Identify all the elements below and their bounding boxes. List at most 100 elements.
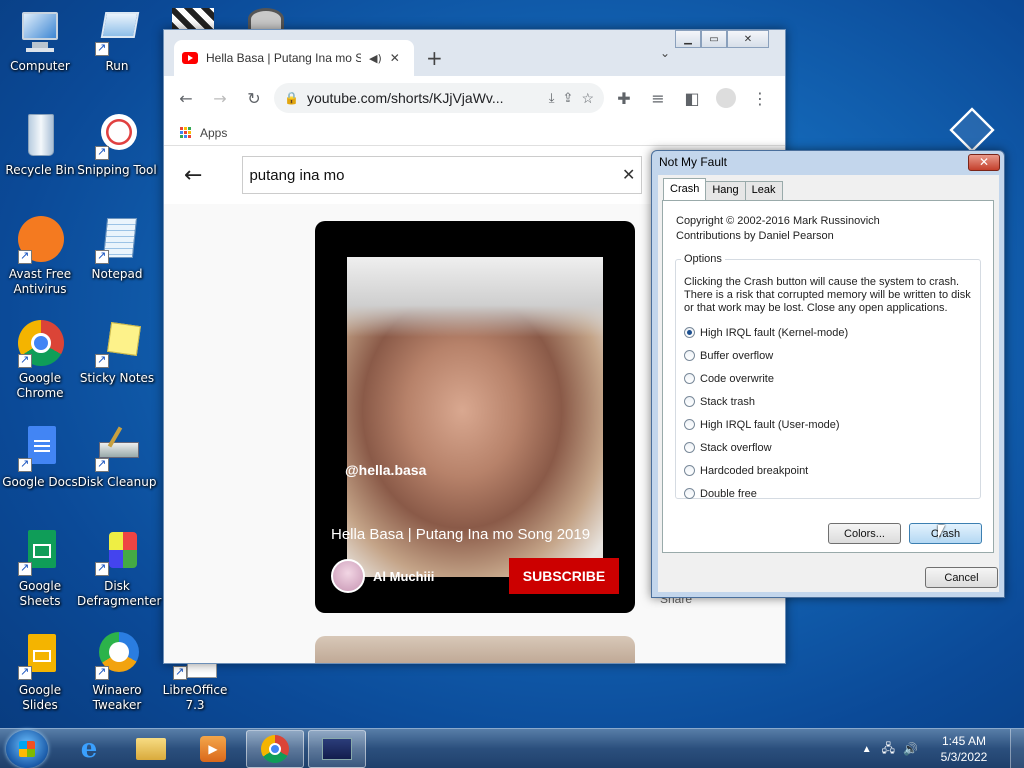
option-label: High IRQL fault (User-mode) [700,418,840,431]
install-icon[interactable]: ⤓ [549,90,555,106]
desktop-icon-google-docs[interactable]: Google Docs [0,424,80,490]
dialog-client: Crash Hang Leak Copyright © 2002-2016 Ma… [658,175,999,592]
radio-selected-icon[interactable] [684,327,695,338]
option-double-free[interactable]: Double free [684,482,848,505]
clear-search-icon[interactable]: ✕ [622,165,635,185]
browser-tab[interactable]: Hella Basa | Putang Ina mo S ◀) ✕ [174,40,414,76]
channel-info[interactable]: Al Muchiii [331,559,434,593]
video-title[interactable]: Hella Basa | Putang Ina mo Song 2019 [331,526,590,543]
window-controls: ▁ ▭ ✕ [675,30,769,48]
lock-icon: 🔒 [284,91,299,105]
channel-name[interactable]: Al Muchiii [373,569,434,584]
reload-button[interactable]: ↻ [240,84,268,112]
window-close-button[interactable]: ✕ [727,30,769,48]
taskbar-media-player[interactable]: ▶ [184,730,242,768]
avast-icon [16,216,64,264]
network-icon[interactable]: 🖧 [882,739,895,760]
film-reel-icon[interactable] [248,8,284,30]
desktop-icon-sticky-notes[interactable]: Sticky Notes [77,320,157,386]
radio-icon[interactable] [684,442,695,453]
search-value: putang ina mo [249,166,345,184]
colors-button[interactable]: Colors... [828,523,901,544]
run-icon [93,8,141,56]
virtualbox-icon[interactable] [949,107,995,153]
tab-close-icon[interactable]: ✕ [390,51,400,65]
channel-avatar[interactable] [331,559,365,593]
clock[interactable]: 1:45 AM 5/3/2022 [924,733,1004,765]
desktop-icon-recycle-bin[interactable]: Recycle Bin [0,112,80,178]
tab-crash[interactable]: Crash [663,178,707,200]
bookmark-star-icon[interactable]: ☆ [581,90,594,107]
volume-icon[interactable]: 🔊 [903,742,918,756]
speaker-icon[interactable]: ◀) [369,52,382,65]
clapperboard-icon[interactable] [172,8,214,30]
desktop-icon-disk-defragmenter[interactable]: Disk Defragmenter [77,528,161,609]
option-high-irql-kernel[interactable]: High IRQL fault (Kernel-mode) [684,321,848,344]
crash-type-options: High IRQL fault (Kernel-mode) Buffer ove… [684,321,848,505]
radio-icon[interactable] [684,488,695,499]
taskbar-chrome[interactable] [246,730,304,768]
desktop-icon-label: Run [105,59,129,73]
options-legend: Options [684,253,722,265]
address-bar[interactable]: 🔒 youtube.com/shorts/KJjVjaWv... ⤓ ⇪ ☆ [274,83,604,113]
menu-kebab-icon[interactable]: ⋮ [746,84,774,112]
taskbar-notmyfault[interactable] [308,730,366,768]
cancel-button[interactable]: Cancel [925,567,998,588]
dialog-close-button[interactable]: ✕ [968,154,1000,171]
show-desktop-button[interactable] [1010,729,1024,768]
option-hardcoded-breakpoint[interactable]: Hardcoded breakpoint [684,459,848,482]
crash-button[interactable]: Crash [909,523,982,544]
desktop-icon-notepad[interactable]: Notepad [77,216,157,282]
radio-icon[interactable] [684,396,695,407]
radio-icon[interactable] [684,373,695,384]
option-stack-overflow[interactable]: Stack overflow [684,436,848,459]
desktop-icon-run[interactable]: Run [77,8,157,74]
back-button[interactable]: ← [172,84,200,112]
radio-icon[interactable] [684,350,695,361]
tab-hang[interactable]: Hang [705,181,746,200]
extensions-icon[interactable]: ✚ [610,84,638,112]
option-label: Stack trash [700,395,756,408]
forward-button[interactable]: → [206,84,234,112]
desktop-icon-chrome[interactable]: Google Chrome [0,320,80,401]
desktop-icon-disk-cleanup[interactable]: Disk Cleanup [77,424,157,490]
show-hidden-icons-icon[interactable]: ▲ [862,744,872,755]
start-button[interactable] [6,730,48,768]
taskbar-ie[interactable]: e [60,730,118,768]
desktop-icon-snipping-tool[interactable]: Snipping Tool [77,112,157,178]
desktop-icon-avast[interactable]: Avast Free Antivirus [0,216,80,297]
radio-icon[interactable] [684,465,695,476]
option-code-overwrite[interactable]: Code overwrite [684,367,848,390]
taskbar-explorer[interactable] [122,730,180,768]
desktop-icon-google-slides[interactable]: Google Slides [0,632,80,713]
notmyfault-dialog[interactable]: Not My Fault ✕ Crash Hang Leak Copyright… [651,150,1005,598]
copyright-text: Copyright © 2002-2016 Mark Russinovich [676,215,880,227]
maximize-button[interactable]: ▭ [701,30,727,48]
media-controls-icon[interactable]: ≡ [644,84,672,112]
option-label: Buffer overflow [700,349,774,362]
short-video-card[interactable]: @hella.basa Hella Basa | Putang Ina mo S… [315,221,635,613]
back-arrow-icon[interactable]: ← [184,163,202,188]
apps-bookmark[interactable]: Apps [200,126,227,140]
tab-search-chevron-icon[interactable]: ⌄ [660,46,670,60]
youtube-search-input[interactable]: putang ina mo ✕ [242,156,643,194]
tab-leak[interactable]: Leak [744,181,783,200]
option-label: Hardcoded breakpoint [700,464,809,477]
side-panel-icon[interactable]: ◧ [678,84,706,112]
option-stack-trash[interactable]: Stack trash [684,390,848,413]
desktop-icon-label: Google Docs [2,475,78,489]
new-tab-button[interactable]: + [426,46,443,70]
desktop-icon-winaero-tweaker[interactable]: Winaero Tweaker [77,632,157,713]
minimize-button[interactable]: ▁ [675,30,701,48]
profile-avatar-icon[interactable] [712,84,740,112]
share-icon[interactable]: ⇪ [563,90,574,106]
subscribe-button[interactable]: SUBSCRIBE [509,558,619,594]
browser-toolbar: ← → ↻ 🔒 youtube.com/shorts/KJjVjaWv... ⤓… [164,76,785,120]
desktop-icon-computer[interactable]: Computer [0,8,80,74]
desktop-icon-google-sheets[interactable]: Google Sheets [0,528,80,609]
radio-icon[interactable] [684,419,695,430]
google-sheets-icon [16,528,64,576]
next-short-card[interactable] [315,636,635,663]
option-high-irql-user[interactable]: High IRQL fault (User-mode) [684,413,848,436]
option-buffer-overflow[interactable]: Buffer overflow [684,344,848,367]
